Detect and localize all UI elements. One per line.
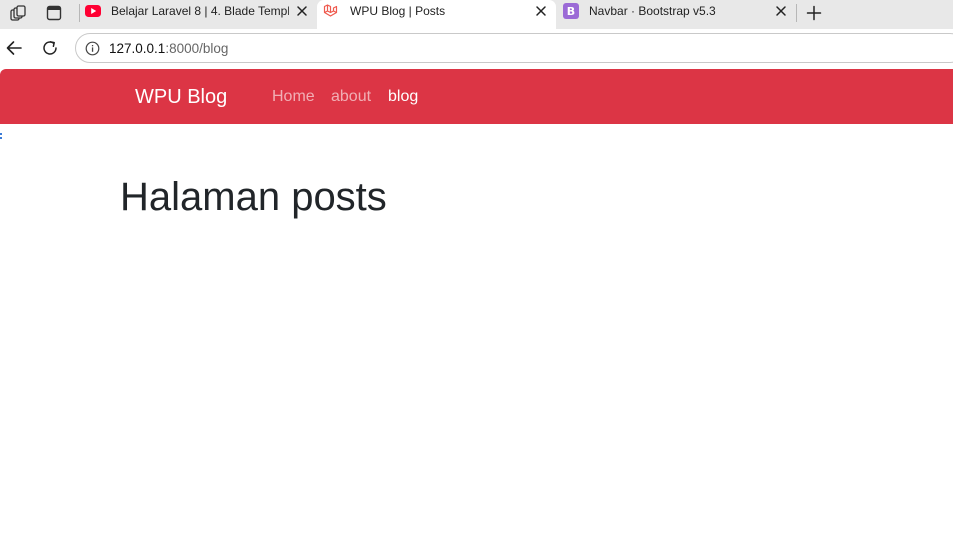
nav-link-home[interactable]: Home xyxy=(272,87,315,107)
workspaces-icon xyxy=(10,5,26,21)
url-text[interactable]: 127.0.0.1:8000/blog xyxy=(109,41,228,57)
page-viewport: WPU Blog Home about blog Halaman posts xyxy=(0,67,953,534)
tab-separator xyxy=(796,4,797,22)
refresh-button[interactable] xyxy=(39,37,61,59)
nav-link-blog[interactable]: blog xyxy=(388,87,418,107)
address-bar[interactable]: 127.0.0.1:8000/blog xyxy=(75,33,953,63)
vertical-tabs-button[interactable] xyxy=(43,2,65,24)
tab-title: Belajar Laravel 8 | 4. Blade Templa xyxy=(111,4,289,18)
url-host: 127.0.0.1 xyxy=(109,41,166,56)
browser-tab-strip: Belajar Laravel 8 | 4. Blade Templa WPU … xyxy=(0,0,953,29)
bootstrap-icon: B xyxy=(563,3,579,19)
site-info-icon[interactable] xyxy=(84,40,100,56)
close-icon xyxy=(776,6,786,16)
focus-edge-mark xyxy=(0,133,2,139)
close-icon xyxy=(536,6,546,16)
url-path: :8000/blog xyxy=(165,41,229,56)
browser-toolbar: 127.0.0.1:8000/blog xyxy=(0,29,953,67)
tab-title: Navbar · Bootstrap v5.3 xyxy=(589,4,716,18)
tab-wpu-blog[interactable]: WPU Blog | Posts xyxy=(317,0,556,29)
close-tab-button[interactable] xyxy=(294,3,310,19)
new-tab-button[interactable] xyxy=(803,2,825,24)
close-tab-button[interactable] xyxy=(533,3,549,19)
refresh-icon xyxy=(43,41,57,55)
workspaces-button[interactable] xyxy=(7,2,29,24)
close-icon xyxy=(297,6,307,16)
nav-link-about[interactable]: about xyxy=(331,87,371,107)
arrow-left-icon xyxy=(6,41,22,55)
tab-title: WPU Blog | Posts xyxy=(350,4,446,18)
tab-youtube[interactable]: Belajar Laravel 8 | 4. Blade Templa xyxy=(80,0,316,29)
site-navbar: WPU Blog Home about blog xyxy=(0,69,953,124)
tab-bootstrap-navbar[interactable]: B Navbar · Bootstrap v5.3 xyxy=(557,0,795,29)
page-title: Halaman posts xyxy=(120,175,387,219)
youtube-icon xyxy=(85,3,101,19)
navbar-brand[interactable]: WPU Blog xyxy=(135,85,227,109)
close-tab-button[interactable] xyxy=(773,3,789,19)
plus-icon xyxy=(806,5,822,21)
svg-text:B: B xyxy=(567,5,575,18)
laravel-icon xyxy=(323,3,339,19)
tab-actions-icon xyxy=(46,5,62,21)
back-button[interactable] xyxy=(3,37,25,59)
